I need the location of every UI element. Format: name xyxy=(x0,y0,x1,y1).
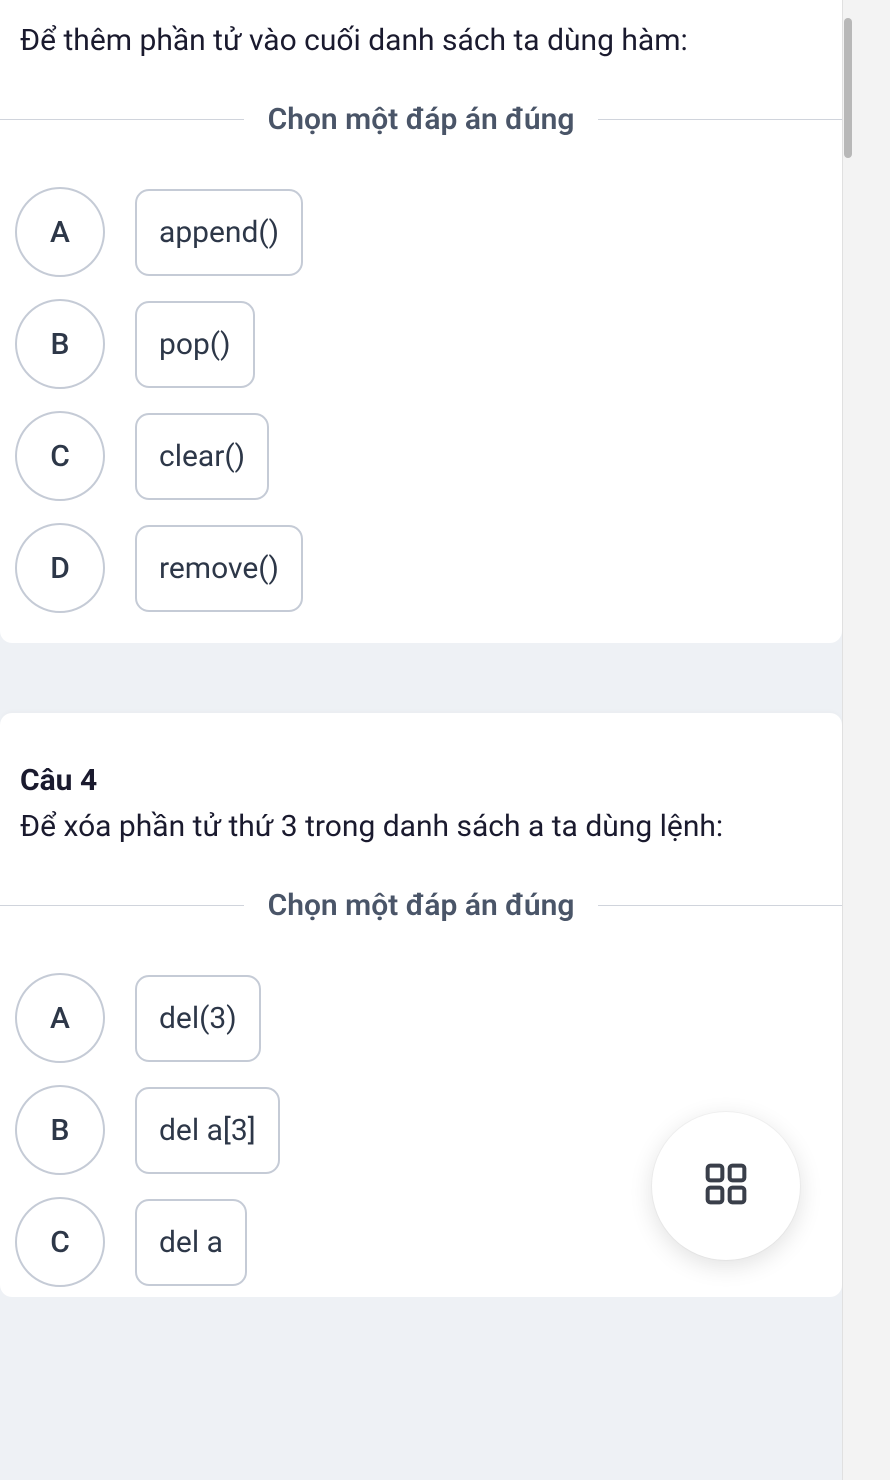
option-letter[interactable]: B xyxy=(15,299,105,389)
option-label[interactable]: del(3) xyxy=(135,975,261,1062)
divider-line xyxy=(598,119,842,120)
question-text: Để xóa phần tử thứ 3 trong danh sách a t… xyxy=(20,806,822,848)
option-letter[interactable]: B xyxy=(15,1085,105,1175)
option-label[interactable]: pop() xyxy=(135,301,255,388)
option-letter[interactable]: A xyxy=(15,187,105,277)
grid-icon xyxy=(704,1162,748,1210)
grid-menu-button[interactable] xyxy=(652,1112,800,1260)
options-list: A append() B pop() C clear() D remove() xyxy=(15,187,822,613)
instruction-text: Chọn một đáp án đúng xyxy=(244,888,599,923)
instruction-row: Chọn một đáp án đúng xyxy=(0,888,842,923)
option-label[interactable]: del a[3] xyxy=(135,1087,280,1174)
option-label[interactable]: append() xyxy=(135,189,303,276)
option-label[interactable]: del a xyxy=(135,1199,247,1286)
option-letter[interactable]: C xyxy=(15,1197,105,1287)
option-row[interactable]: A append() xyxy=(15,187,822,277)
option-row[interactable]: B pop() xyxy=(15,299,822,389)
divider-line xyxy=(598,905,842,906)
instruction-text: Chọn một đáp án đúng xyxy=(244,102,599,137)
option-label[interactable]: remove() xyxy=(135,525,303,612)
scrollbar-track[interactable] xyxy=(842,0,890,1480)
question-text: Để thêm phần tử vào cuối danh sách ta dù… xyxy=(20,20,822,62)
option-letter[interactable]: D xyxy=(15,523,105,613)
instruction-row: Chọn một đáp án đúng xyxy=(0,102,842,137)
option-label[interactable]: clear() xyxy=(135,413,269,500)
option-row[interactable]: A del(3) xyxy=(15,973,822,1063)
option-row[interactable]: C clear() xyxy=(15,411,822,501)
option-row[interactable]: D remove() xyxy=(15,523,822,613)
option-letter[interactable]: A xyxy=(15,973,105,1063)
option-letter[interactable]: C xyxy=(15,411,105,501)
scrollbar-thumb[interactable] xyxy=(844,18,852,158)
question-card-1: Để thêm phần tử vào cuối danh sách ta dù… xyxy=(0,0,842,643)
divider-line xyxy=(0,905,244,906)
divider-line xyxy=(0,119,244,120)
question-number: Câu 4 xyxy=(20,763,822,798)
